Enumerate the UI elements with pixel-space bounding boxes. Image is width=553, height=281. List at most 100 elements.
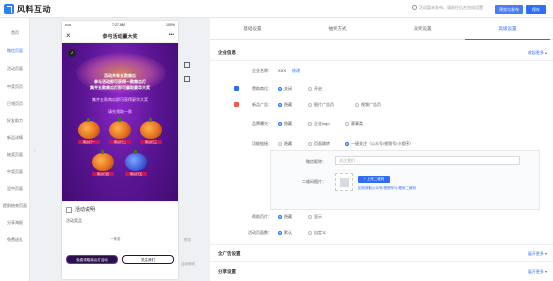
section-ad: 全广告设置 [218, 251, 241, 256]
layout-tool-icon[interactable] [184, 76, 190, 82]
more-icon[interactable]: ••• [169, 32, 174, 38]
section-share: 分享设置 [218, 269, 236, 274]
follow-us-button[interactable]: 关注我们 [122, 255, 174, 264]
phone-title: 参与活动赢大奖 [102, 34, 138, 40]
info-icon [412, 5, 417, 11]
tab-advanced[interactable]: 高级设置 [465, 18, 550, 40]
cover-label: 帮助页片： [252, 214, 272, 219]
collapse-handle-icon[interactable]: ‹ [34, 148, 38, 156]
sidebar-item-wechat-page[interactable]: 微信页面 [0, 48, 30, 54]
ad-opt-video[interactable]: 视频广告页 [355, 102, 381, 108]
sidebar-item-activity-page[interactable]: 活动页面 [0, 66, 30, 72]
notice-text: 活动暂未发布，请前往后台完成设置 [412, 5, 483, 11]
company-label: 企业名称： [252, 68, 272, 73]
divider [210, 60, 553, 61]
free-claim-button[interactable]: 免费领取南瓜灯活动 [66, 255, 118, 264]
sponsor-opt-on[interactable]: 开启 [308, 86, 322, 92]
company-edit-link[interactable]: 修改 [292, 68, 300, 74]
radio-icon [345, 141, 349, 146]
music-icon[interactable]: ♪ [68, 49, 76, 57]
battery-indicator: 100% [166, 23, 175, 27]
status-bar: ••••• 7:27 AM 100% [62, 21, 178, 29]
sidebar-item-win-page[interactable]: 中奖页页 [0, 84, 30, 90]
logo-text: 风料互动 [17, 4, 51, 14]
nickname-input[interactable]: 关注我们 [335, 156, 520, 165]
sidebar: 首页 微信页面 活动页面 中奖页页 已领页页 好友助力 新品详情 抽奖页面 中奖… [0, 18, 30, 281]
radio-icon [308, 121, 312, 126]
radio-icon [308, 102, 312, 107]
pumpkin-label-2: 南瓜灯二 [109, 140, 131, 144]
preview-publish-button[interactable]: 预览与发布 [495, 5, 523, 14]
radio-icon [278, 230, 282, 235]
pumpkin-3[interactable] [140, 118, 162, 139]
pumpkin-label-1: 南瓜灯一 [78, 140, 100, 144]
sidebar-item-draw-page[interactable]: 抽奖页面 [0, 152, 30, 158]
tab-bar: 基础设置 抽奖方式 派奖设置 高级设置 [210, 18, 553, 40]
status-time: 7:27 AM [112, 23, 125, 27]
save-button[interactable]: 保存 [526, 5, 546, 14]
ad-opt-hide[interactable]: 隐藏 [278, 102, 292, 108]
brand-opt-logo[interactable]: 企业logo [308, 121, 330, 127]
expand-share-link[interactable]: 展开更多 ▾ [528, 269, 547, 275]
qrcode-upload-box[interactable] [335, 173, 353, 191]
sidebar-item-lose-page[interactable]: 没中页面 [0, 186, 30, 192]
page-opt-custom[interactable]: 自定义 [308, 230, 326, 236]
poster-line-5: 请先领取一款 [108, 109, 132, 114]
preview-stage: ••••• 7:27 AM 100% × 参与活动赢大奖 ••• ♪ 活动共有五… [40, 18, 208, 281]
sidebar-item-home[interactable]: 首页 [0, 30, 30, 36]
function-label: 功能链接： [252, 141, 272, 146]
brand-opt-hide[interactable]: 隐藏 [278, 121, 292, 127]
company-value: XXX [278, 68, 287, 73]
phone-preview: ••••• 7:27 AM 100% × 参与活动赢大奖 ••• ♪ 活动共有五… [62, 21, 178, 279]
pumpkin-4[interactable] [92, 150, 114, 171]
radio-icon [278, 102, 282, 107]
section-enterprise: 企业信息 [218, 50, 236, 55]
tab-draw-method[interactable]: 抽奖方式 [295, 18, 380, 40]
ad-label: 新品广告： [252, 102, 272, 107]
function-opt-follow[interactable]: 一键关注（公众号/视频号/小程序） [345, 141, 413, 147]
sidebar-item-winning-page[interactable]: 中奖页面 [0, 169, 30, 175]
poster-line-3: 集齐五款南瓜灯即可赢取豪华大奖 [90, 85, 150, 90]
cover-opt-show[interactable]: 显示 [308, 214, 322, 220]
sidebar-item-product-detail[interactable]: 新品详情 [0, 135, 30, 141]
page-opt-default[interactable]: 默认 [278, 230, 292, 236]
brand-opt-event[interactable]: 赛事类 [345, 121, 363, 127]
expand-ad-link[interactable]: 展开更多 ▾ [528, 251, 547, 257]
poster-line-4: 集齐五款南瓜即可获得豪华大奖 [92, 97, 148, 102]
preview-hint: 预览 [184, 238, 191, 242]
sidebar-item-share-poster[interactable]: 分享海报 [0, 220, 30, 226]
sidebar-item-early-end[interactable]: 提前结束页面 [0, 203, 30, 209]
pumpkin-2[interactable] [109, 118, 131, 139]
pumpkin-5[interactable] [125, 150, 147, 171]
sheet-title: 活动说明 [66, 206, 95, 213]
upload-qrcode-button[interactable]: + 上传二维码 [358, 176, 390, 183]
sponsor-opt-off[interactable]: 关闭 [278, 86, 292, 92]
sidebar-item-claimed-page[interactable]: 已领页页 [0, 101, 30, 107]
function-opt-hide[interactable]: 隐藏 [278, 141, 292, 147]
sponsor-label: 赞助商位： [252, 86, 272, 91]
tab-prize[interactable]: 派奖设置 [380, 18, 465, 40]
radio-icon [278, 121, 282, 126]
radio-icon [345, 121, 349, 126]
radio-icon [278, 86, 282, 91]
sidebar-item-free-gift[interactable]: 免费送礼 [0, 237, 30, 243]
page-count-label: 活动页面数： [248, 230, 272, 235]
logo: 风料互动 [4, 3, 51, 15]
cover-opt-hide[interactable]: 隐藏 [278, 214, 292, 220]
rules-hint: 活动规则 [181, 262, 195, 266]
qrcode-tool-icon[interactable] [184, 62, 190, 68]
function-opt-jump[interactable]: 页面跳转 [308, 141, 330, 147]
pumpkin-1[interactable] [78, 118, 100, 139]
collapse-enterprise-link[interactable]: 收起更多 ▴ [528, 50, 547, 56]
radio-icon [278, 214, 282, 219]
qrcode-help-link[interactable]: 如何获取公众号/视频号/小程序二维码 [358, 186, 416, 191]
radio-icon [308, 141, 312, 146]
phone-actions: 免费领取南瓜灯活动 关注我们 [62, 255, 178, 265]
sidebar-item-friend-help[interactable]: 好友助力 [0, 118, 30, 124]
settings-panel: 基础设置 抽奖方式 派奖设置 高级设置 企业信息 收起更多 ▴ 企业名称： XX… [210, 18, 553, 281]
logo-icon [4, 4, 14, 14]
top-bar: 风料互动 活动暂未发布，请前往后台完成设置 预览与发布 保存 [0, 0, 553, 18]
radio-icon [278, 141, 282, 146]
ad-opt-image[interactable]: 图片广告页 [308, 102, 334, 108]
tab-basic[interactable]: 基础设置 [210, 18, 295, 40]
